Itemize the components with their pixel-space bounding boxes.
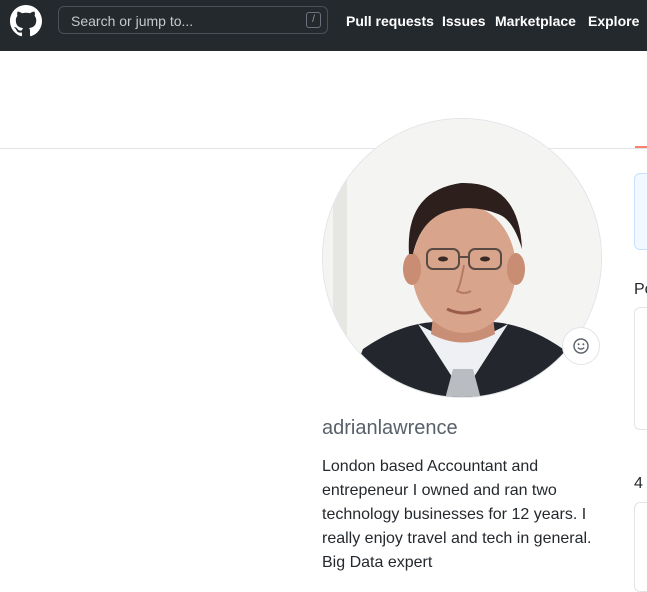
top-header: Search or jump to... / Pull requests Iss… <box>0 0 647 51</box>
smiley-icon <box>573 338 589 354</box>
nav-marketplace[interactable]: Marketplace <box>495 13 576 29</box>
pinned-repo-card[interactable] <box>634 307 647 430</box>
search-placeholder: Search or jump to... <box>71 13 194 29</box>
search-shortcut-key: / <box>306 12 321 28</box>
info-banner <box>634 173 647 250</box>
pinned-heading: Po <box>634 281 647 298</box>
nav-pull-requests[interactable]: Pull requests <box>346 13 434 29</box>
set-status-button[interactable] <box>562 327 600 365</box>
selected-tab-underline <box>635 146 647 148</box>
nav-issues[interactable]: Issues <box>442 13 486 29</box>
search-input[interactable]: Search or jump to... / <box>58 6 328 34</box>
contributions-card <box>634 502 647 592</box>
profile-bio: London based Accountant and entrepeneur … <box>322 458 592 571</box>
nav-explore[interactable]: Explore <box>588 13 639 29</box>
profile-username: adrianlawrence <box>322 417 458 439</box>
contributions-heading: 4 <box>634 475 643 492</box>
profile-avatar[interactable] <box>322 118 602 398</box>
github-logo-icon[interactable] <box>10 5 42 37</box>
